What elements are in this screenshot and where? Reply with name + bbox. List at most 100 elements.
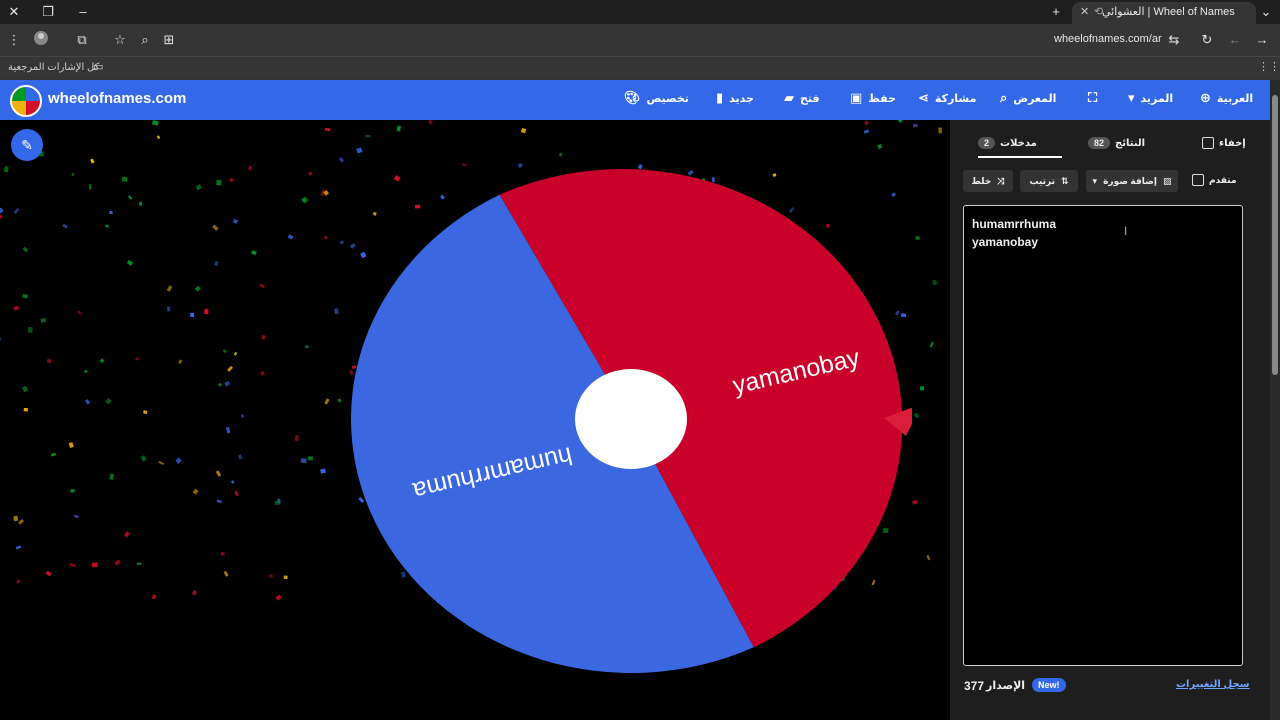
confetti-piece [250,250,257,256]
open-button[interactable]: ▰ فتح [784,90,820,106]
page-scrollbar-thumb[interactable] [1272,95,1278,375]
save-button[interactable]: ▣ حفظ [850,90,896,106]
confetti-piece [929,341,934,348]
menu-dots-icon[interactable]: ⋮ [4,30,24,50]
advanced-checkbox[interactable] [1192,174,1204,186]
confetti-piece [22,385,28,393]
confetti-piece [62,223,68,229]
hide-toggle[interactable]: إخفاء [1202,137,1246,149]
fullscreen-button[interactable]: ⛶ [1088,90,1097,106]
tab-search-icon[interactable]: ⌄ [1256,2,1276,22]
confetti-piece [73,514,79,519]
confetti-piece [0,336,1,342]
tab-entries[interactable]: 2 مدخلات [978,137,1037,149]
share-button[interactable]: ⋖ مشاركة [918,90,976,106]
translate-icon[interactable]: ⊞ [159,30,179,50]
minimize-window-icon[interactable]: – [73,2,93,22]
confetti-piece [300,458,307,464]
save-label: حفظ [868,92,896,105]
confetti-piece [216,179,222,186]
wheel-logo-icon[interactable] [10,85,42,117]
close-window-icon[interactable]: ✕ [4,2,24,22]
new-button[interactable]: ▮ جديد [716,90,754,106]
confetti-piece [85,399,90,405]
confetti-piece [99,358,105,364]
confetti-piece [305,344,309,349]
changelog-link[interactable]: سجل التغييرات [1176,679,1250,690]
site-settings-icon[interactable]: ⇆ [1164,30,1184,50]
confetti-piece [229,178,234,182]
apps-grid-icon[interactable]: ⋮⋮ [1258,60,1280,73]
confetti-piece [0,207,4,214]
language-button[interactable]: ⊕ العربية [1200,90,1253,106]
confetti-piece [294,435,299,442]
confetti-piece [109,473,115,480]
customize-button[interactable]: 🎨︎ تخصيص [624,90,689,106]
confetti-piece [926,554,931,561]
tab-results[interactable]: 82 النتائج [1088,137,1145,149]
gallery-button[interactable]: ⌕ المعرض [1000,90,1056,106]
new-tab-icon[interactable]: + [1046,2,1066,22]
confetti-piece [216,499,222,504]
shuffle-icon: ⤨ [997,175,1005,186]
confetti-piece [3,166,9,173]
restore-window-icon[interactable]: ❐ [38,2,58,22]
confetti-piece [166,285,173,292]
more-button[interactable]: ▾ المزيد [1128,90,1173,106]
confetti-piece [0,214,3,220]
hide-label: إخفاء [1219,137,1246,149]
confetti-piece [396,125,402,132]
confetti-piece [912,499,918,505]
hide-checkbox[interactable] [1202,137,1214,149]
confetti-piece [301,196,309,204]
all-bookmarks-label[interactable]: كل الإشارات المرجعية [8,62,99,73]
confetti-piece [287,234,294,240]
extensions-icon[interactable]: ⧉ [72,30,92,50]
confetti-piece [13,305,20,311]
confetti-piece [932,279,938,286]
edit-pencil-icon[interactable]: ✎ [11,129,43,161]
add-image-button[interactable]: ▾ إضافة صورة ▨ [1086,170,1178,192]
wheel-center-hub[interactable] [575,369,687,469]
entry-line[interactable]: yamanobay [972,233,1234,251]
address-bar[interactable]: wheelofnames.com/ar [1054,33,1162,45]
confetti-piece [68,442,74,448]
browser-tab[interactable]: ✕ ⟲ العشوائي | Wheel of Names [1072,2,1256,24]
confetti-piece [307,456,313,461]
confetti-piece [234,490,239,497]
confetti-piece [308,171,313,176]
share-label: مشاركة [934,92,977,105]
active-tab-indicator [978,156,1062,158]
profile-icon[interactable] [31,30,51,50]
bookmarks-bar: كل الإشارات المرجعية ▭ ⋮⋮ [0,56,1280,80]
entry-line[interactable]: humamrrhuma [972,215,1234,233]
confetti-piece [248,165,253,170]
bookmark-star-icon[interactable]: ☆ [110,30,130,50]
spinning-wheel[interactable]: yamanobay humamrrhuma [350,164,912,674]
reload-icon[interactable]: ↻ [1197,30,1217,50]
confetti-piece [220,551,225,556]
site-title[interactable]: wheelofnames.com [48,90,186,107]
entries-textarea[interactable]: humamrrhuma yamanobay I [963,205,1243,666]
sort-button[interactable]: ترتيب ⇅ [1020,170,1078,192]
confetti-piece [232,218,239,224]
confetti-piece [45,570,52,577]
forward-icon[interactable]: ← [1225,30,1245,50]
advanced-toggle[interactable]: متقدم [1192,174,1237,186]
confetti-piece [192,488,199,495]
confetti-piece [938,127,942,134]
confetti-piece [223,570,229,577]
confetti-piece [71,172,75,177]
confetti-piece [89,184,92,190]
confetti-piece [126,259,134,266]
back-icon[interactable]: → [1252,30,1272,50]
confetti-piece [13,207,20,215]
browser-title-bar: ✕ ❐ – + ✕ ⟲ العشوائي | Wheel of Names ⌄ [0,0,1280,24]
confetti-piece [339,240,345,245]
confetti-piece [259,283,266,289]
close-tab-icon[interactable]: ✕ [1080,2,1089,22]
shuffle-button[interactable]: خلط ⤨ [963,170,1013,192]
zoom-icon[interactable]: ⌕ [135,30,155,50]
confetti-piece [324,398,330,405]
confetti-piece [114,559,121,566]
